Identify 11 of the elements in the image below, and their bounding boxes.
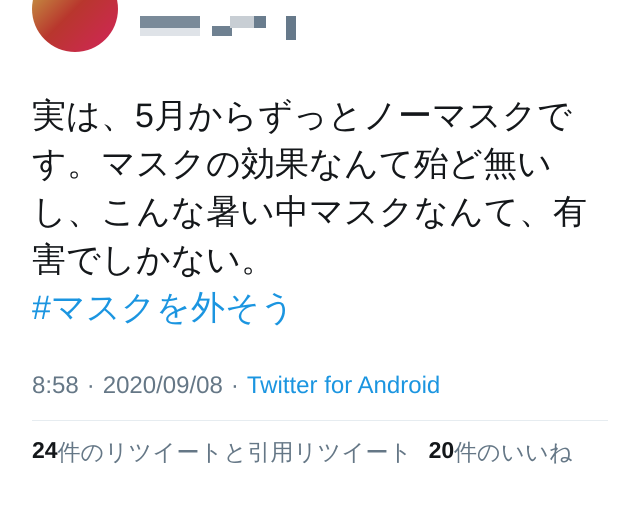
stat-label[interactable]: 件のリツイートと引用リツイート: [58, 437, 413, 468]
stat-count[interactable]: 20: [428, 437, 454, 468]
tweet-date: 2020/09/08: [102, 372, 223, 400]
separator-dot: ·: [86, 372, 95, 400]
source-link[interactable]: Twitter for Android: [246, 372, 440, 400]
stat-count[interactable]: 24: [32, 437, 58, 468]
tweet-time: 8:58: [32, 372, 79, 400]
tweet-text: 実は、5月からずっとノーマスクです。マスクの効果なんて殆ど無いし、こんな暑い中マスクなんて、有害でしかない。: [32, 96, 588, 281]
stat-label[interactable]: 件のいいね: [454, 437, 574, 468]
hashtag-link[interactable]: #マスクを外そう: [32, 284, 295, 332]
separator-dot: ·: [230, 372, 239, 400]
